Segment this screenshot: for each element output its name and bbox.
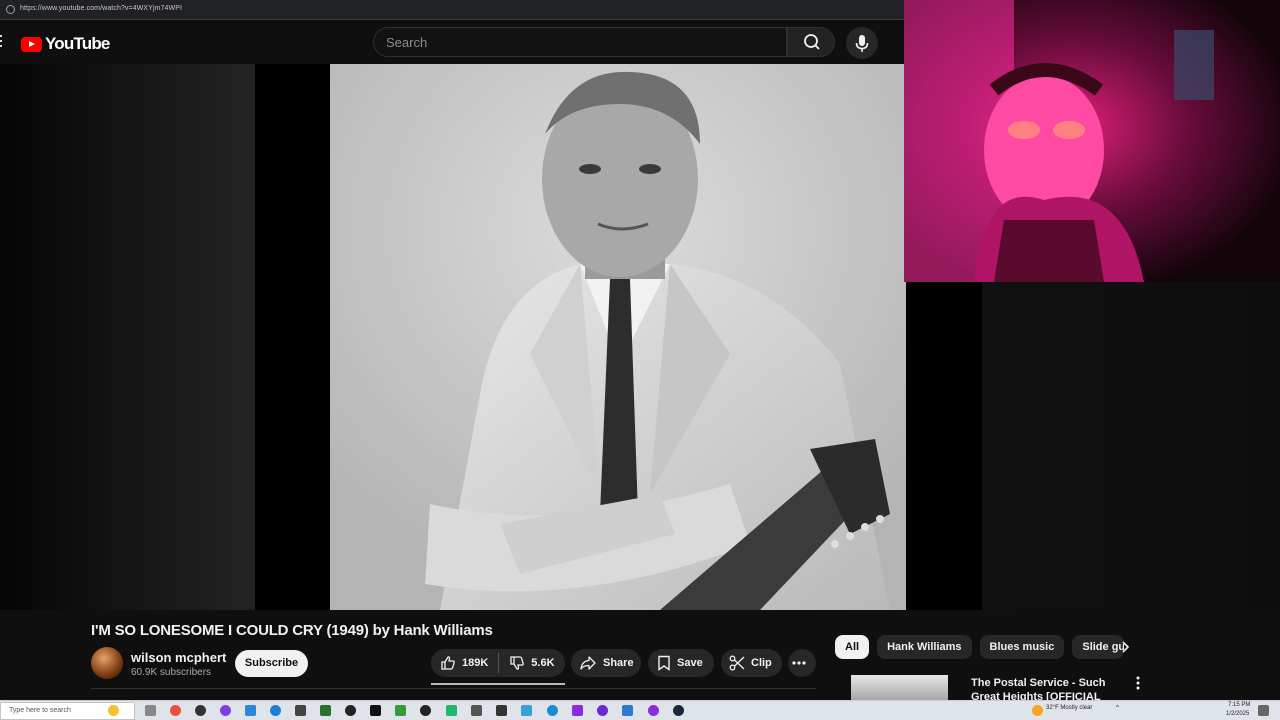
subscriber-count: 60.9K subscribers [131, 667, 212, 678]
video-title: I'M SO LONESOME I COULD CRY (1949) by Ha… [91, 622, 493, 639]
webcam-overlay [904, 0, 1280, 282]
obs-icon[interactable] [195, 705, 206, 716]
clip-button[interactable]: Clip [721, 649, 782, 677]
app-icon-7[interactable] [420, 705, 431, 716]
search-icon [804, 34, 820, 50]
chip-all[interactable]: All [835, 635, 870, 659]
like-dislike-group: 189K 5.6K [431, 649, 565, 677]
app-icon-13[interactable] [597, 705, 608, 716]
voice-search-button[interactable] [846, 27, 878, 59]
like-button[interactable]: 189K [431, 649, 488, 677]
app-icon-6[interactable] [370, 705, 381, 716]
microphone-icon [855, 35, 869, 52]
clock-date[interactable]: 1/2/2025 [1226, 711, 1249, 717]
dislike-count: 5.6K [531, 657, 555, 669]
app-icon-5[interactable] [345, 705, 356, 716]
copilot-icon[interactable] [108, 705, 119, 716]
like-divider [498, 653, 500, 673]
nvidia-icon[interactable] [395, 705, 406, 716]
app-icon-8[interactable] [446, 705, 457, 716]
bookmark-icon [658, 655, 670, 671]
search-input[interactable] [374, 28, 754, 56]
chevron-up-icon[interactable]: ^ [1116, 705, 1119, 711]
divider [91, 688, 816, 689]
like-count: 189K [462, 657, 489, 669]
app-icon-9[interactable] [471, 705, 482, 716]
app-icon-11[interactable] [521, 705, 532, 716]
logo-text: YouTube [45, 34, 110, 53]
channel-name[interactable]: wilson mcphert [131, 650, 226, 665]
dislike-button[interactable]: 5.6K [509, 649, 555, 677]
share-icon [580, 656, 596, 670]
app-icon-1[interactable] [220, 705, 231, 716]
notification-icon[interactable] [1258, 705, 1269, 716]
menu-icon[interactable] [0, 35, 4, 47]
edge-icon[interactable] [270, 705, 281, 716]
clip-label: Clip [751, 657, 772, 669]
video-frame[interactable] [330, 64, 906, 610]
chip-slide-guitar[interactable]: Slide gui [1072, 635, 1125, 659]
subscribe-button[interactable]: Subscribe [235, 650, 308, 677]
share-button[interactable]: Share [571, 649, 641, 677]
chevron-right-icon[interactable] [1118, 640, 1132, 654]
steam-icon[interactable] [673, 705, 684, 716]
youtube-play-icon [21, 36, 42, 52]
more-horizontal-icon [792, 661, 806, 665]
weather-text[interactable]: 32°F Mostly clear [1046, 705, 1092, 711]
app-icon-15[interactable] [648, 705, 659, 716]
taskbar: Type here to search 32°F Mostly clear ^ … [0, 700, 1280, 720]
filter-chips: All Hank Williams Blues music Slide gui [835, 635, 1132, 659]
more-actions-button[interactable] [788, 649, 816, 677]
search-button[interactable] [787, 27, 835, 57]
more-vertical-icon[interactable] [1136, 676, 1140, 690]
side-panel-background [982, 282, 1280, 610]
url-text[interactable]: https://www.youtube.com/watch?v=4WXYjm74… [20, 5, 182, 12]
share-label: Share [603, 657, 634, 669]
thumbs-up-icon [441, 656, 455, 670]
save-button[interactable]: Save [648, 649, 714, 677]
portrait-image [330, 64, 906, 610]
chrome-icon[interactable] [170, 705, 181, 716]
address-bar[interactable]: https://www.youtube.com/watch?v=4WXYjm74… [0, 0, 904, 20]
weather-icon[interactable] [1032, 705, 1043, 716]
app-icon-2[interactable] [245, 705, 256, 716]
youtube-logo[interactable]: YouTube [21, 34, 110, 54]
scissors-icon [729, 655, 745, 671]
chip-hank-williams[interactable]: Hank Williams [877, 635, 972, 659]
taskbar-search-placeholder: Type here to search [9, 707, 71, 714]
task-view-icon[interactable] [145, 705, 156, 716]
app-icon-3[interactable] [295, 705, 306, 716]
channel-avatar[interactable] [91, 647, 123, 679]
clock-time[interactable]: 7:15 PM [1228, 702, 1250, 708]
app-icon-4[interactable] [320, 705, 331, 716]
recommended-thumbnail[interactable] [851, 675, 948, 700]
video-info: I'M SO LONESOME I COULD CRY (1949) by Ha… [0, 610, 1280, 717]
lock-icon [6, 5, 15, 14]
edge-icon-2[interactable] [547, 705, 558, 716]
search-box [373, 27, 787, 57]
app-icon-12[interactable] [572, 705, 583, 716]
like-ratio-bar [431, 683, 565, 685]
thumbs-down-icon [510, 656, 525, 670]
save-label: Save [677, 657, 703, 669]
player-letterbox [0, 64, 255, 610]
youtube-header: YouTube [0, 20, 904, 64]
chip-blues-music[interactable]: Blues music [979, 635, 1065, 659]
app-icon-10[interactable] [496, 705, 507, 716]
webcam-image [904, 0, 1280, 282]
app-icon-14[interactable] [622, 705, 633, 716]
